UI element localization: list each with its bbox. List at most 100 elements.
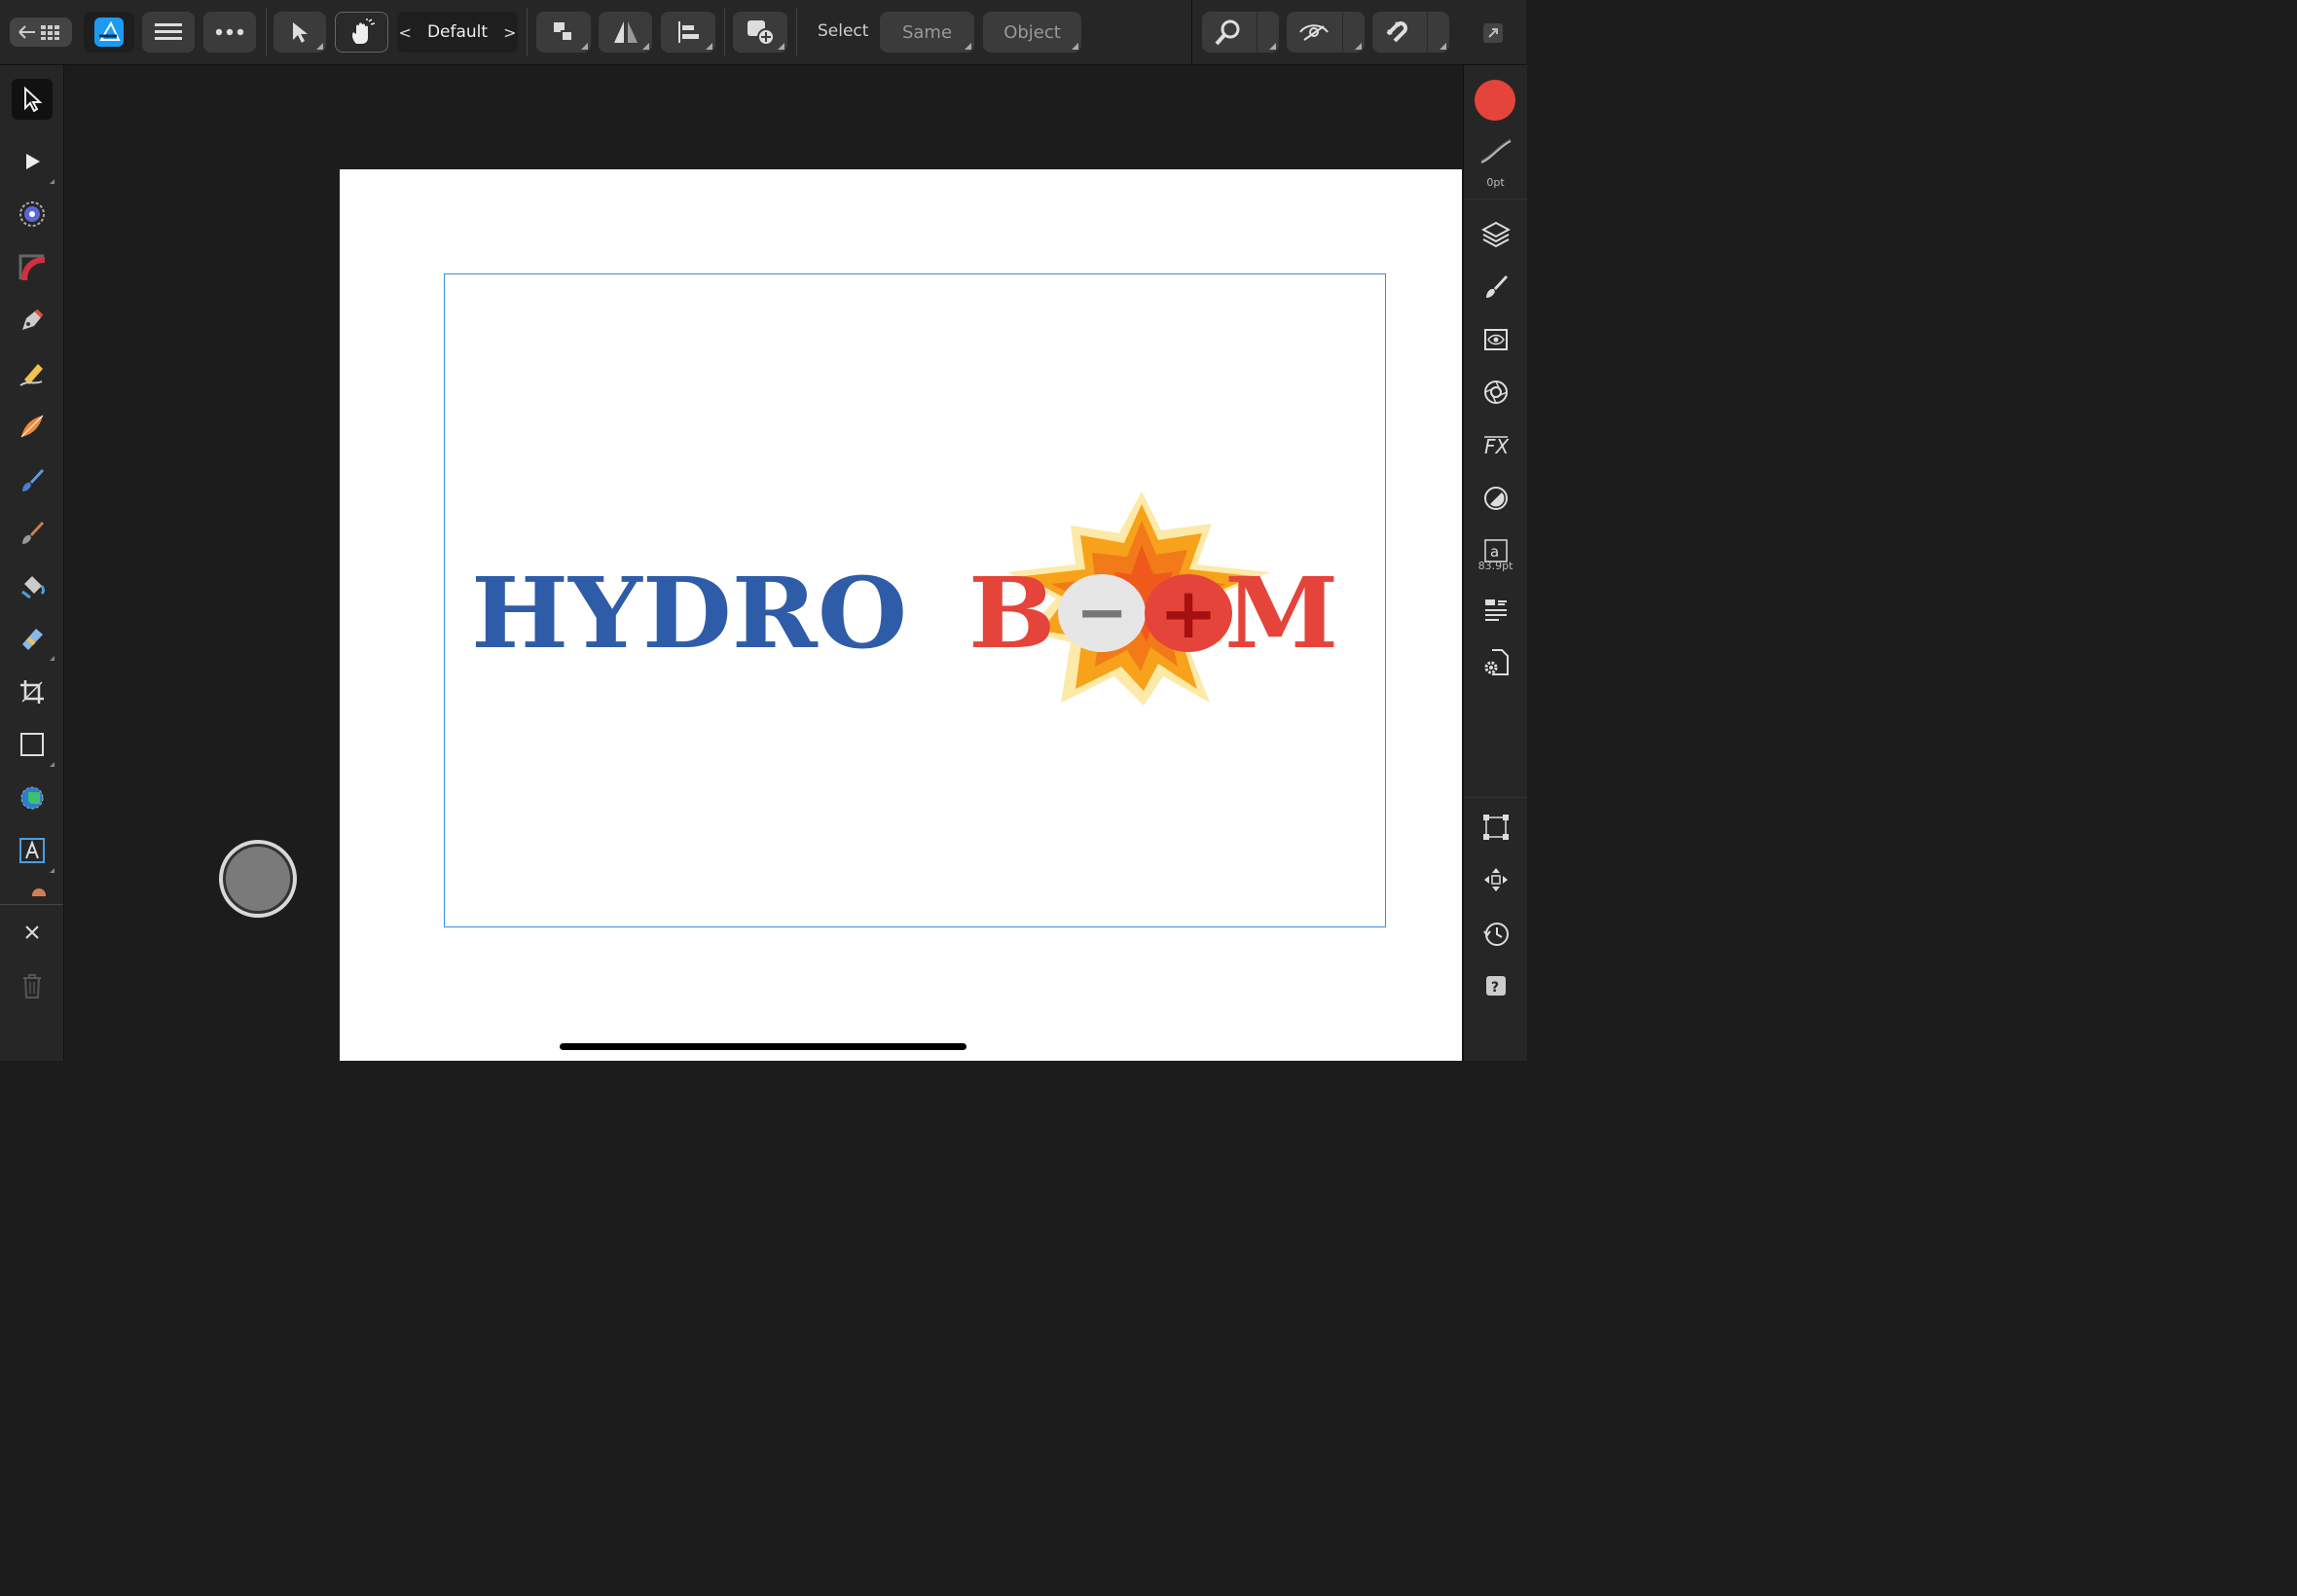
insert-button[interactable] bbox=[733, 12, 787, 53]
arrange-icon bbox=[554, 22, 573, 42]
paragraph-icon bbox=[1485, 599, 1507, 621]
shape-builder-icon bbox=[20, 786, 44, 810]
transparency-tool-icon bbox=[22, 629, 43, 650]
help-icon: ? bbox=[1486, 976, 1506, 996]
toolbar-separator bbox=[527, 8, 528, 56]
history-icon bbox=[1483, 923, 1509, 946]
stock-icon bbox=[1484, 329, 1508, 350]
font-size-label: 83.9pt bbox=[1477, 560, 1513, 572]
transform-icon bbox=[1483, 815, 1509, 840]
flip-button[interactable] bbox=[599, 12, 652, 53]
pen-tool[interactable] bbox=[12, 300, 53, 341]
view-mode-button[interactable] bbox=[1287, 12, 1365, 53]
trash-icon bbox=[23, 974, 41, 998]
fill-tool-icon bbox=[21, 576, 45, 599]
stroke-curve-icon bbox=[1480, 139, 1512, 163]
delete-button[interactable] bbox=[12, 965, 53, 1006]
stroke-width-label: 0pt bbox=[1486, 176, 1505, 189]
zoom-magnifier-icon bbox=[1215, 19, 1240, 46]
fullscreen-button[interactable] bbox=[1479, 19, 1507, 47]
back-to-home-button[interactable] bbox=[10, 18, 72, 47]
toolbar-separator bbox=[724, 8, 725, 56]
fill-tool[interactable] bbox=[12, 565, 53, 606]
select-label: Select bbox=[818, 21, 869, 41]
stock-studio-button[interactable] bbox=[1476, 319, 1516, 360]
toolbar-separator bbox=[266, 8, 267, 56]
transform-studio-button[interactable] bbox=[1476, 807, 1516, 848]
affinity-designer-logo-icon bbox=[94, 18, 124, 47]
contour-tool[interactable] bbox=[12, 194, 53, 235]
stroke-button[interactable] bbox=[1476, 131, 1516, 172]
crop-tool-icon bbox=[20, 680, 44, 704]
color-adjust-studio-button[interactable] bbox=[1476, 478, 1516, 519]
rectangle-tool[interactable] bbox=[12, 724, 55, 767]
zoom-button[interactable] bbox=[1202, 12, 1279, 53]
snapping-button[interactable] bbox=[1372, 12, 1449, 53]
panel-divider bbox=[1464, 199, 1527, 200]
designer-persona-button[interactable] bbox=[84, 12, 134, 53]
vector-brush-icon bbox=[20, 415, 44, 438]
crop-tool[interactable] bbox=[12, 671, 53, 712]
object-label: Object bbox=[1003, 21, 1061, 43]
pixel-brush-icon bbox=[22, 522, 44, 544]
svg-text:FX: FX bbox=[1484, 435, 1510, 458]
pencil-tool-icon bbox=[19, 364, 43, 386]
main-menu-button[interactable] bbox=[142, 12, 195, 53]
history-studio-button[interactable] bbox=[1476, 913, 1516, 954]
persona-label: Default bbox=[426, 22, 489, 42]
paragraph-studio-button[interactable] bbox=[1476, 589, 1516, 630]
pixel-brush-tool[interactable] bbox=[12, 512, 53, 553]
tap-hand-icon bbox=[351, 18, 375, 44]
paint-brush-icon bbox=[22, 469, 44, 491]
modifier-controller-button[interactable] bbox=[219, 840, 297, 918]
appearance-studio-button[interactable] bbox=[1476, 372, 1516, 413]
help-button[interactable]: ? bbox=[1476, 965, 1516, 1006]
svg-text:a: a bbox=[1490, 543, 1499, 561]
modifier-controller-inner bbox=[223, 844, 293, 914]
selection-mode-button[interactable] bbox=[273, 12, 326, 53]
pointer-icon bbox=[293, 22, 308, 43]
paint-brush-tool[interactable] bbox=[12, 459, 53, 500]
select-object-button[interactable]: Object bbox=[983, 12, 1081, 53]
node-tool[interactable] bbox=[12, 141, 55, 184]
ellipsis-icon bbox=[215, 28, 244, 36]
shape-builder-tool[interactable] bbox=[12, 778, 53, 818]
hamburger-icon bbox=[155, 23, 182, 40]
flip-icon bbox=[613, 21, 638, 43]
vector-brush-tool[interactable] bbox=[12, 406, 53, 447]
move-tool[interactable] bbox=[12, 79, 53, 120]
artistic-text-tool[interactable] bbox=[12, 830, 55, 873]
contour-tool-icon bbox=[19, 201, 45, 227]
arrange-button[interactable] bbox=[536, 12, 591, 53]
layers-studio-button[interactable] bbox=[1476, 213, 1516, 254]
appearance-icon bbox=[1484, 381, 1508, 404]
expand-icon bbox=[1483, 23, 1503, 43]
touch-select-button[interactable] bbox=[335, 12, 388, 53]
view-eye-icon bbox=[1299, 24, 1329, 41]
select-same-button[interactable]: Same bbox=[880, 12, 974, 53]
document-settings-button[interactable] bbox=[1476, 642, 1516, 683]
brushes-icon bbox=[1486, 275, 1508, 298]
corner-tool-icon bbox=[18, 254, 46, 281]
panel-divider bbox=[0, 904, 63, 905]
snapping-magnet-icon bbox=[1386, 21, 1407, 43]
insert-object-icon bbox=[747, 20, 775, 46]
effects-studio-button[interactable]: FX bbox=[1476, 425, 1516, 466]
prev-arrow-icon[interactable]: < bbox=[399, 23, 412, 42]
node-tool-icon bbox=[26, 154, 40, 169]
layers-icon bbox=[1481, 221, 1511, 247]
align-button[interactable] bbox=[661, 12, 715, 53]
transparency-tool[interactable] bbox=[12, 618, 55, 661]
more-tools-hint bbox=[32, 889, 46, 896]
close-button[interactable] bbox=[12, 912, 53, 953]
move-icon bbox=[1484, 868, 1508, 891]
corner-tool[interactable] bbox=[12, 247, 53, 288]
more-menu-button[interactable] bbox=[203, 12, 256, 53]
back-grid-icon bbox=[18, 25, 59, 40]
persona-selector[interactable]: < Default > bbox=[397, 12, 518, 53]
brushes-studio-button[interactable] bbox=[1476, 266, 1516, 307]
pencil-tool[interactable] bbox=[12, 353, 53, 394]
next-arrow-icon[interactable]: > bbox=[503, 23, 516, 42]
move-studio-button[interactable] bbox=[1476, 859, 1516, 900]
fill-color-swatch[interactable] bbox=[1475, 80, 1515, 121]
